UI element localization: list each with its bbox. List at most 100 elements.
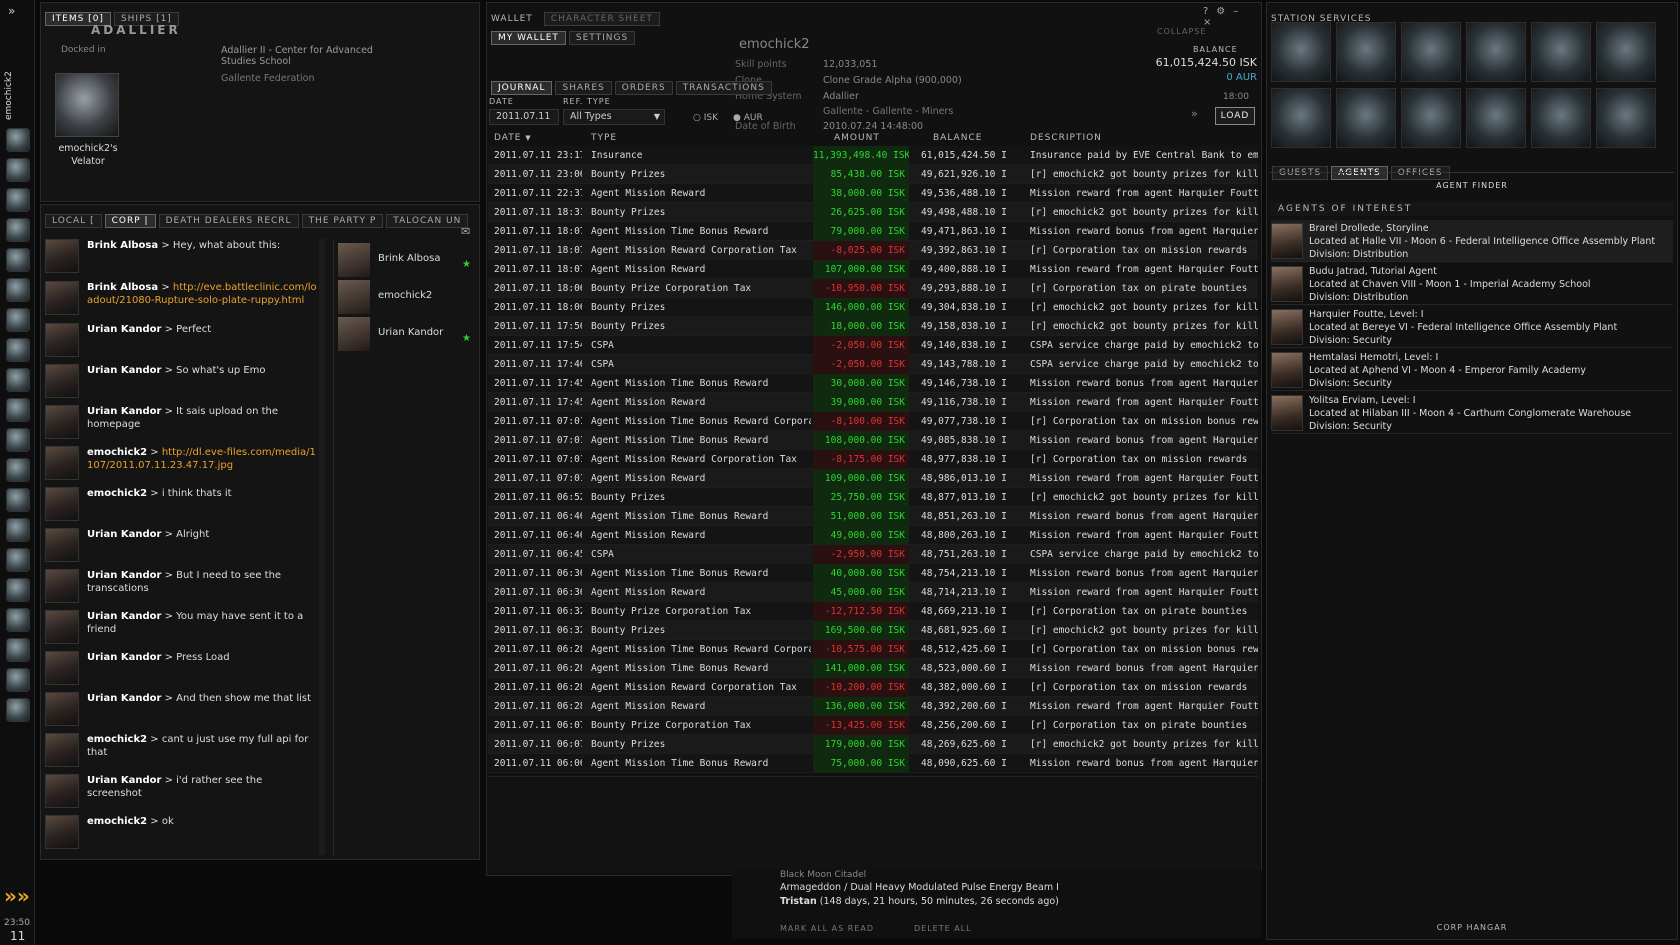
table-row[interactable]: 2011.07.11 06:52 Bounty Prizes 25,750.00 I… <box>488 488 1258 507</box>
chat-sender[interactable]: Urian Kandor <box>87 365 161 376</box>
chat-sender[interactable]: Urian Kandor <box>87 693 161 704</box>
table-row[interactable]: 2011.07.11 22:37 Agent Mission Reward 38,0… <box>488 184 1258 203</box>
tab-character-sheet[interactable]: CHARACTER SHEET <box>543 12 660 26</box>
mail-icon[interactable] <box>6 188 30 212</box>
industry-service-icon[interactable] <box>1401 88 1461 148</box>
chat-sender[interactable]: Urian Kandor <box>87 406 161 417</box>
tab-death-dealers-chat[interactable]: DEATH DEALERS RECRL <box>158 214 299 228</box>
station-location[interactable]: Adallier II - Center for Advanced Studie… <box>221 45 391 67</box>
tab-agents[interactable]: AGENTS <box>1331 166 1388 180</box>
people-places-icon[interactable] <box>6 158 30 182</box>
ship-image[interactable] <box>55 73 119 137</box>
table-row[interactable]: 2011.07.11 06:28 Agent Mission Time Bonus… <box>488 659 1258 678</box>
table-row[interactable]: 2011.07.11 06:36 Agent Mission Time Bonus… <box>488 564 1258 583</box>
chat-scrollbar[interactable] <box>319 239 325 855</box>
col-description[interactable]: DESCRIPTION <box>1030 133 1102 145</box>
agent-item[interactable]: Yolitsa Erviam, Level: I Located at Hilab… <box>1271 392 1673 434</box>
table-row[interactable]: 2011.07.11 18:06 Bounty Prize Corporation… <box>488 279 1258 298</box>
notepad-icon[interactable] <box>6 518 30 542</box>
chat-sender[interactable]: emochick2 <box>87 488 147 499</box>
member-item[interactable]: Urian Kandor ★ <box>338 317 474 351</box>
corporation-icon[interactable] <box>6 368 30 392</box>
avatar[interactable] <box>45 446 79 480</box>
date-input[interactable]: 2011.07.11 <box>489 109 559 125</box>
tab-transactions[interactable]: TRANSACTIONS <box>675 81 772 95</box>
page-forward-icon[interactable]: » <box>1191 107 1207 123</box>
window-controls[interactable]: ?⚙–× <box>1203 6 1261 28</box>
corp-hangar-button[interactable]: CORP HANGAR <box>1270 923 1674 932</box>
table-row[interactable]: 2011.07.11 23:17 Insurance 11,393,498.40 I… <box>488 146 1258 165</box>
agent-portrait[interactable] <box>1271 223 1303 259</box>
col-amount[interactable]: AMOUNT <box>834 133 880 145</box>
reprocessing-plant-icon[interactable] <box>1336 88 1396 148</box>
tab-talocan-chat[interactable]: TALOCAN UN <box>386 214 469 228</box>
medical-icon[interactable] <box>1466 88 1526 148</box>
chat-sender[interactable]: Urian Kandor <box>87 570 161 581</box>
agent-portrait[interactable] <box>1271 309 1303 345</box>
table-row[interactable]: 2011.07.11 17:46 CSPA -2,050.00 ISK 49,143,… <box>488 355 1258 374</box>
science-icon[interactable] <box>6 488 30 512</box>
col-type[interactable]: TYPE <box>591 133 617 145</box>
table-row[interactable]: 2011.07.11 06:46 Agent Mission Reward 49,0… <box>488 526 1258 545</box>
ship-hangar-icon[interactable] <box>6 698 30 722</box>
table-row[interactable]: 2011.07.11 07:01 Agent Mission Reward Cor… <box>488 450 1258 469</box>
delete-all-button[interactable]: DELETE ALL <box>914 924 972 933</box>
calendar-icon[interactable] <box>6 578 30 602</box>
table-row[interactable]: 2011.07.11 17:54 CSPA -2,050.00 ISK 49,140,… <box>488 336 1258 355</box>
agent-portrait[interactable] <box>1271 266 1303 302</box>
table-row[interactable]: 2011.07.11 18:07 Agent Mission Reward 107,… <box>488 260 1258 279</box>
chat-sender[interactable]: Urian Kandor <box>87 529 161 540</box>
member-item[interactable]: Brink Albosa ★ <box>338 243 474 277</box>
mail-line-victim[interactable]: Tristan (148 days, 21 hours, 50 minutes,… <box>780 896 1059 907</box>
table-row[interactable]: 2011.07.11 06:28 Agent Mission Reward 136,… <box>488 697 1258 716</box>
table-row[interactable]: 2011.07.11 18:07 Agent Mission Reward Cor… <box>488 241 1258 260</box>
table-row[interactable]: 2011.07.11 06:07 Bounty Prize Corporation… <box>488 716 1258 735</box>
avatar[interactable] <box>45 364 79 398</box>
table-row[interactable]: 2011.07.11 07:01 Agent Mission Reward 109,… <box>488 469 1258 488</box>
tab-wallet-settings[interactable]: SETTINGS <box>568 31 636 45</box>
avatar[interactable] <box>45 733 79 767</box>
eve-menu-icon[interactable]: »» <box>4 884 30 908</box>
table-row[interactable]: 2011.07.11 06:46 Agent Mission Time Bonus… <box>488 507 1258 526</box>
col-balance[interactable]: BALANCE <box>933 133 982 145</box>
chat-sender[interactable]: emochick2 <box>87 734 147 745</box>
chat-sender[interactable]: Urian Kandor <box>87 611 161 622</box>
tab-offices[interactable]: OFFICES <box>1390 166 1450 180</box>
chat-sender[interactable]: Urian Kandor <box>87 324 161 335</box>
chat-sender[interactable]: Urian Kandor <box>87 775 161 786</box>
radio-aur[interactable]: ● AUR <box>733 113 763 123</box>
reftype-select[interactable]: All Types ▼ <box>563 109 665 125</box>
avatar[interactable] <box>45 323 79 357</box>
fitting-icon[interactable] <box>6 608 30 632</box>
mark-all-read-button[interactable]: MARK ALL AS READ <box>780 924 874 933</box>
tab-local-chat[interactable]: LOCAL [ <box>45 214 102 228</box>
radio-isk[interactable]: ○ ISK <box>693 113 718 123</box>
avatar[interactable] <box>45 651 79 685</box>
table-row[interactable]: 2011.07.11 18:07 Agent Mission Time Bonus… <box>488 222 1258 241</box>
contracts-icon[interactable] <box>6 458 30 482</box>
agents-service-icon[interactable] <box>1271 22 1331 82</box>
market-service-icon[interactable] <box>1596 22 1656 82</box>
avatar[interactable] <box>45 774 79 808</box>
wallet-icon[interactable] <box>6 278 30 302</box>
tab-my-wallet[interactable]: MY WALLET <box>491 31 566 45</box>
avatar[interactable] <box>45 281 79 315</box>
journal-icon[interactable] <box>6 308 30 332</box>
security-office-icon[interactable] <box>1401 22 1461 82</box>
table-row[interactable]: 2011.07.11 06:28 Agent Mission Time Bonus… <box>488 640 1258 659</box>
insurance-service-icon[interactable] <box>1271 88 1331 148</box>
load-button[interactable]: LOAD <box>1215 107 1255 125</box>
member-item[interactable]: emochick2 <box>338 280 474 314</box>
avatar[interactable] <box>45 569 79 603</box>
tab-corp-chat[interactable]: CORP | <box>104 214 156 228</box>
avatar[interactable] <box>45 405 79 439</box>
avatar[interactable] <box>338 317 370 351</box>
table-row[interactable]: 2011.07.11 23:06 Bounty Prizes 85,438.00 I… <box>488 165 1258 184</box>
market-icon[interactable] <box>6 398 30 422</box>
table-row[interactable]: 2011.07.11 06:28 Agent Mission Reward Cor… <box>488 678 1258 697</box>
industry-icon[interactable] <box>6 428 30 452</box>
table-row[interactable]: 2011.07.11 07:01 Agent Mission Time Bonus… <box>488 412 1258 431</box>
settings-icon[interactable] <box>6 668 30 692</box>
assets-icon[interactable] <box>6 248 30 272</box>
character-sheet-icon[interactable] <box>6 128 30 152</box>
